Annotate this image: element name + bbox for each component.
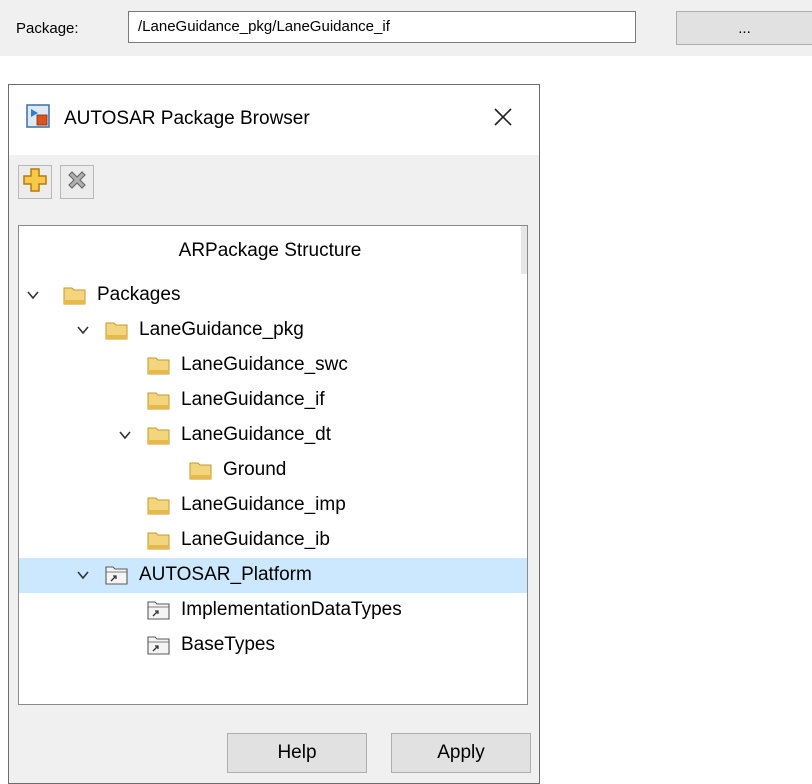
dialog-title: AUTOSAR Package Browser	[64, 108, 310, 129]
tree-node-basetypes[interactable]: BaseTypes	[19, 628, 527, 663]
linked-package-icon	[105, 564, 129, 586]
browse-button[interactable]: ...	[676, 11, 812, 45]
tree-node-laneguidance-swc[interactable]: LaneGuidance_swc	[19, 348, 527, 383]
tree-node-label: Ground	[223, 459, 287, 480]
package-path-field[interactable]: /LaneGuidance_pkg/LaneGuidance_if	[128, 11, 636, 43]
close-icon[interactable]	[483, 99, 523, 135]
folder-icon	[147, 494, 171, 516]
tree-node-laneguidance-imp[interactable]: LaneGuidance_imp	[19, 488, 527, 523]
folder-icon	[189, 459, 213, 481]
tree-node-implementationdatatypes[interactable]: ImplementationDataTypes	[19, 593, 527, 628]
tree-node-label: BaseTypes	[181, 634, 275, 655]
linked-package-icon	[147, 599, 171, 621]
apply-button[interactable]: Apply	[391, 733, 531, 773]
tree-node-packages[interactable]: Packages	[19, 278, 527, 313]
tree-node-laneguidance-dt[interactable]: LaneGuidance_dt	[19, 418, 527, 453]
package-row: Package: /LaneGuidance_pkg/LaneGuidance_…	[0, 0, 812, 56]
tree-node-label: AUTOSAR_Platform	[139, 564, 312, 585]
help-button[interactable]: Help	[227, 733, 367, 773]
chevron-down-icon[interactable]	[25, 287, 41, 303]
tree-node-laneguidance-pkg[interactable]: LaneGuidance_pkg	[19, 313, 527, 348]
folder-icon	[63, 284, 87, 306]
tree-node-label: ImplementationDataTypes	[181, 599, 402, 620]
linked-package-icon	[147, 634, 171, 656]
add-icon	[23, 167, 47, 197]
scrollbar[interactable]	[521, 226, 527, 274]
tree-node-label: LaneGuidance_swc	[181, 354, 348, 375]
tree-node-label: LaneGuidance_dt	[181, 424, 332, 445]
package-browser-dialog: AUTOSAR Package Browser ARPackage Struct…	[8, 84, 540, 784]
dialog-titlebar: AUTOSAR Package Browser	[9, 85, 539, 155]
folder-icon	[105, 319, 129, 341]
chevron-down-icon[interactable]	[75, 567, 91, 583]
tree-node-laneguidance-ib[interactable]: LaneGuidance_ib	[19, 523, 527, 558]
folder-icon	[147, 424, 171, 446]
folder-icon	[147, 389, 171, 411]
tree-node-laneguidance-if[interactable]: LaneGuidance_if	[19, 383, 527, 418]
folder-icon	[147, 529, 171, 551]
chevron-down-icon[interactable]	[75, 322, 91, 338]
chevron-down-icon[interactable]	[117, 427, 133, 443]
tree-node-label: LaneGuidance_ib	[181, 529, 330, 550]
matlab-app-icon	[26, 104, 50, 128]
package-label: Package:	[16, 20, 79, 37]
tree-node-label: LaneGuidance_if	[181, 389, 325, 410]
package-tree[interactable]: ARPackage Structure Packages LaneGuidanc…	[18, 225, 528, 705]
tree-node-label: Packages	[97, 284, 181, 305]
delete-package-button[interactable]	[60, 165, 94, 199]
tree-node-label: LaneGuidance_pkg	[139, 319, 304, 340]
add-package-button[interactable]	[18, 165, 52, 199]
folder-icon	[147, 354, 171, 376]
delete-icon	[65, 168, 89, 197]
tree-node-label: LaneGuidance_imp	[181, 494, 346, 515]
tree-node-ground[interactable]: Ground	[19, 453, 527, 488]
tree-header: ARPackage Structure	[178, 240, 362, 261]
tree-node-autosar-platform[interactable]: AUTOSAR_Platform	[19, 558, 527, 593]
